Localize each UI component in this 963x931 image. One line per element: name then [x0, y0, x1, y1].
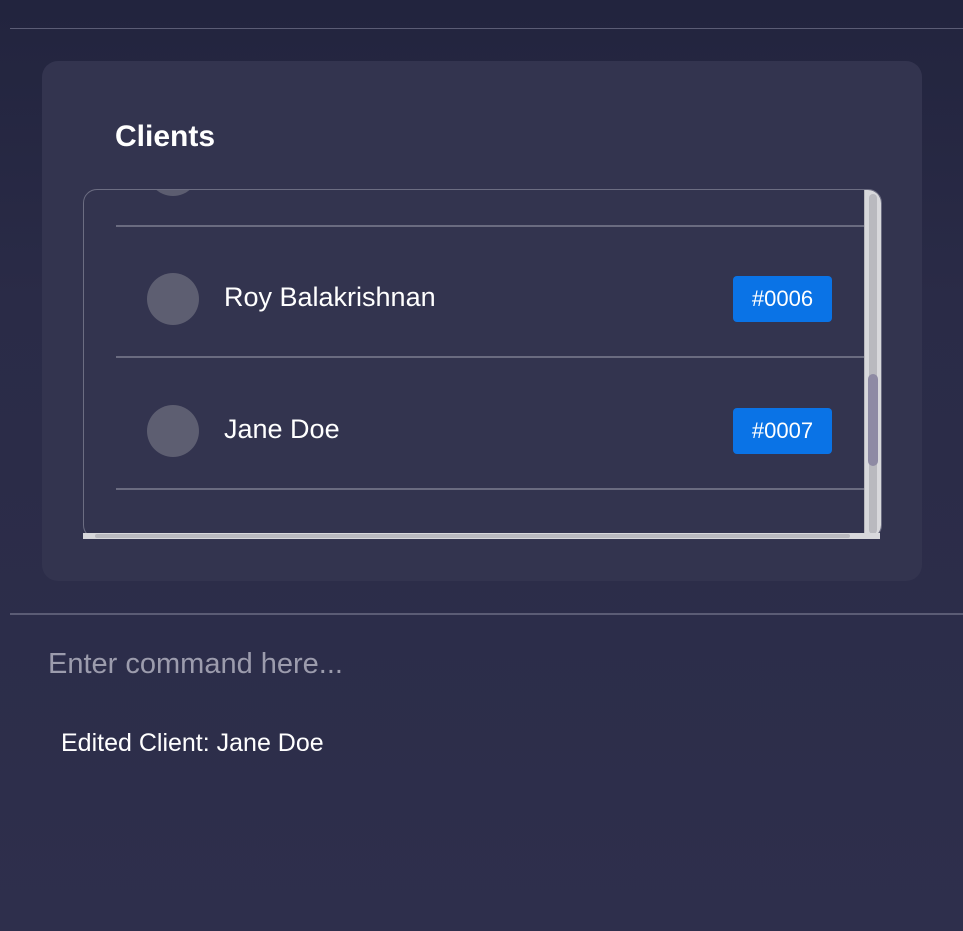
client-card[interactable]: Jane Doe #0007	[84, 358, 865, 488]
vertical-scrollbar[interactable]	[864, 190, 881, 538]
client-name: Jane Doe	[224, 414, 340, 444]
avatar-icon	[147, 190, 199, 196]
client-list-viewport: Roy Balakrishnan #0006 Jane Doe #0007	[84, 190, 865, 538]
client-list[interactable]: Roy Balakrishnan #0006 Jane Doe #0007	[83, 189, 882, 539]
client-card[interactable]: Roy Balakrishnan #0006	[84, 226, 865, 356]
client-id-badge: #0006	[733, 276, 832, 322]
avatar-icon	[147, 273, 199, 325]
section-divider	[10, 613, 963, 615]
panel-title: Clients	[115, 120, 216, 153]
avatar-icon	[147, 405, 199, 457]
scrollbar-thumb[interactable]	[868, 374, 878, 466]
scrollbar-track	[869, 194, 877, 534]
top-divider	[10, 28, 963, 29]
client-list-panel: Clients Roy Balakrishnan #0006 Jane Doe …	[42, 61, 922, 581]
command-input[interactable]	[36, 636, 936, 692]
scrollbar-track	[95, 534, 850, 538]
row-divider	[116, 488, 865, 490]
horizontal-scrollbar[interactable]	[83, 533, 880, 539]
client-name: Roy Balakrishnan	[224, 282, 436, 312]
result-display: Edited Client: Jane Doe	[61, 729, 324, 757]
client-id-badge: #0007	[733, 408, 832, 454]
